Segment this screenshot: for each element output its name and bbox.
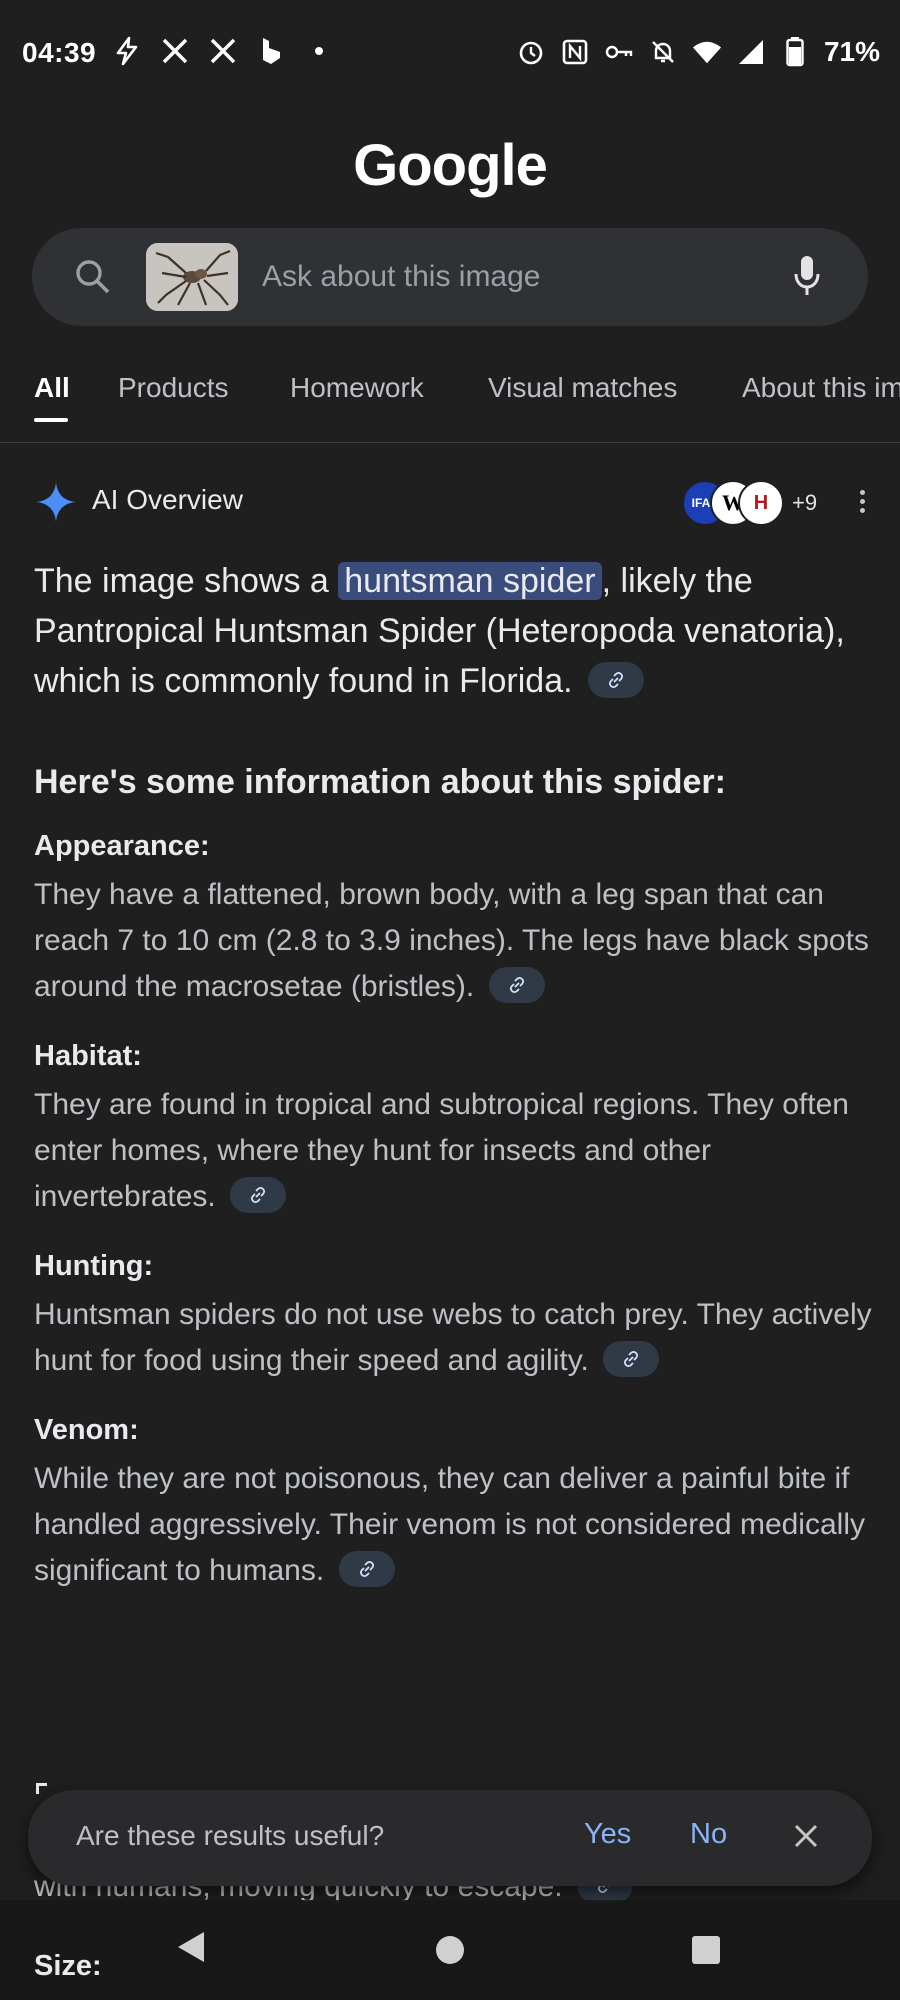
feedback-prompt: Are these results useful? Yes No bbox=[28, 1790, 872, 1886]
section-text: They are found in tropical and subtropic… bbox=[34, 1088, 849, 1213]
bing-icon bbox=[256, 36, 286, 66]
tab-all[interactable]: All bbox=[34, 372, 70, 404]
ai-overview-header: AI Overview IFAS W H +9 bbox=[32, 478, 868, 526]
back-icon[interactable] bbox=[176, 1930, 206, 1969]
system-icons: 71% bbox=[516, 36, 880, 68]
link-icon bbox=[359, 1561, 374, 1578]
tab-about-this-image[interactable]: About this image bbox=[742, 372, 900, 404]
link-icon bbox=[251, 1187, 266, 1204]
section-title-appearance: Appearance: bbox=[34, 830, 210, 862]
section-text: They have a flattened, brown body, with … bbox=[34, 878, 869, 1003]
partially-hidden-text bbox=[36, 1783, 47, 1794]
google-logo[interactable]: Google bbox=[0, 132, 900, 199]
section-text: Huntsman spiders do not use webs to catc… bbox=[34, 1298, 872, 1377]
tab-bar: All Products Homework Visual matches Abo… bbox=[0, 372, 900, 442]
tab-products[interactable]: Products bbox=[118, 372, 229, 404]
close-icon[interactable] bbox=[790, 1820, 822, 1857]
citation-link-button[interactable] bbox=[488, 967, 545, 1004]
dot-icon bbox=[304, 36, 334, 66]
wifi-icon bbox=[692, 37, 722, 67]
status-time: 04:39 bbox=[22, 37, 97, 68]
system-navigation-bar bbox=[0, 1900, 900, 2000]
flash-icon bbox=[112, 36, 142, 66]
more-options-icon[interactable] bbox=[856, 486, 868, 520]
link-icon bbox=[509, 977, 524, 994]
ai-overview-title: AI Overview bbox=[92, 484, 243, 515]
microphone-icon[interactable] bbox=[792, 254, 822, 303]
section-title-venom: Venom: bbox=[34, 1414, 139, 1446]
section-title-hunting: Hunting: bbox=[34, 1250, 154, 1282]
citation-link-button[interactable] bbox=[230, 1177, 287, 1214]
citation-link-button[interactable] bbox=[603, 1341, 660, 1378]
source-badges[interactable]: IFAS W H +9 bbox=[682, 478, 817, 526]
status-bar: 04:39 71% bbox=[0, 0, 900, 108]
search-bar[interactable]: Ask about this image bbox=[32, 228, 868, 326]
query-image-thumbnail[interactable] bbox=[146, 243, 238, 311]
sparkle-icon bbox=[34, 480, 78, 529]
notification-icons bbox=[112, 36, 334, 66]
x-icon bbox=[160, 36, 190, 66]
battery-icon bbox=[780, 37, 810, 67]
signal-icon bbox=[736, 37, 766, 67]
home-icon[interactable] bbox=[436, 1936, 464, 1964]
nfc-icon bbox=[560, 37, 590, 67]
feedback-question: Are these results useful? bbox=[76, 1820, 385, 1851]
section-body-venom: While they are not poisonous, they can d… bbox=[34, 1456, 872, 1594]
recent-apps-icon[interactable] bbox=[692, 1936, 720, 1964]
link-icon bbox=[624, 1351, 639, 1368]
tabs-divider bbox=[0, 442, 900, 443]
tab-visual-matches[interactable]: Visual matches bbox=[488, 372, 677, 404]
section-body-habitat: They are found in tropical and subtropic… bbox=[34, 1082, 872, 1220]
section-body-hunting: Huntsman spiders do not use webs to catc… bbox=[34, 1292, 872, 1384]
feedback-no-button[interactable]: No bbox=[690, 1818, 727, 1851]
search-icon[interactable] bbox=[74, 258, 112, 301]
vpn-key-icon bbox=[604, 37, 634, 67]
source-badge-h[interactable]: H bbox=[738, 480, 784, 526]
section-title-size: Size: bbox=[34, 1950, 102, 1982]
section-body-appearance: They have a flattened, brown body, with … bbox=[34, 872, 872, 1010]
ai-overview-content: The image shows a huntsman spider, likel… bbox=[34, 556, 872, 1620]
info-subheading: Here's some information about this spide… bbox=[34, 763, 726, 801]
highlighted-term[interactable]: huntsman spider bbox=[338, 562, 602, 600]
alarm-icon bbox=[516, 37, 546, 67]
citation-link-button[interactable] bbox=[588, 662, 645, 699]
x-icon bbox=[208, 36, 238, 66]
link-icon bbox=[608, 671, 624, 689]
active-tab-indicator bbox=[34, 418, 68, 422]
section-title-habitat: Habitat: bbox=[34, 1040, 142, 1072]
tab-homework[interactable]: Homework bbox=[290, 372, 424, 404]
summary-text-start: The image shows a bbox=[34, 562, 339, 600]
citation-link-button[interactable] bbox=[338, 1551, 395, 1588]
search-placeholder[interactable]: Ask about this image bbox=[262, 260, 540, 294]
overview-summary: The image shows a huntsman spider, likel… bbox=[34, 556, 872, 706]
battery-percent: 71% bbox=[823, 36, 880, 67]
more-sources-count[interactable]: +9 bbox=[792, 490, 817, 516]
feedback-yes-button[interactable]: Yes bbox=[584, 1818, 631, 1851]
section-text: While they are not poisonous, they can d… bbox=[34, 1462, 865, 1587]
bell-off-icon bbox=[648, 37, 678, 67]
